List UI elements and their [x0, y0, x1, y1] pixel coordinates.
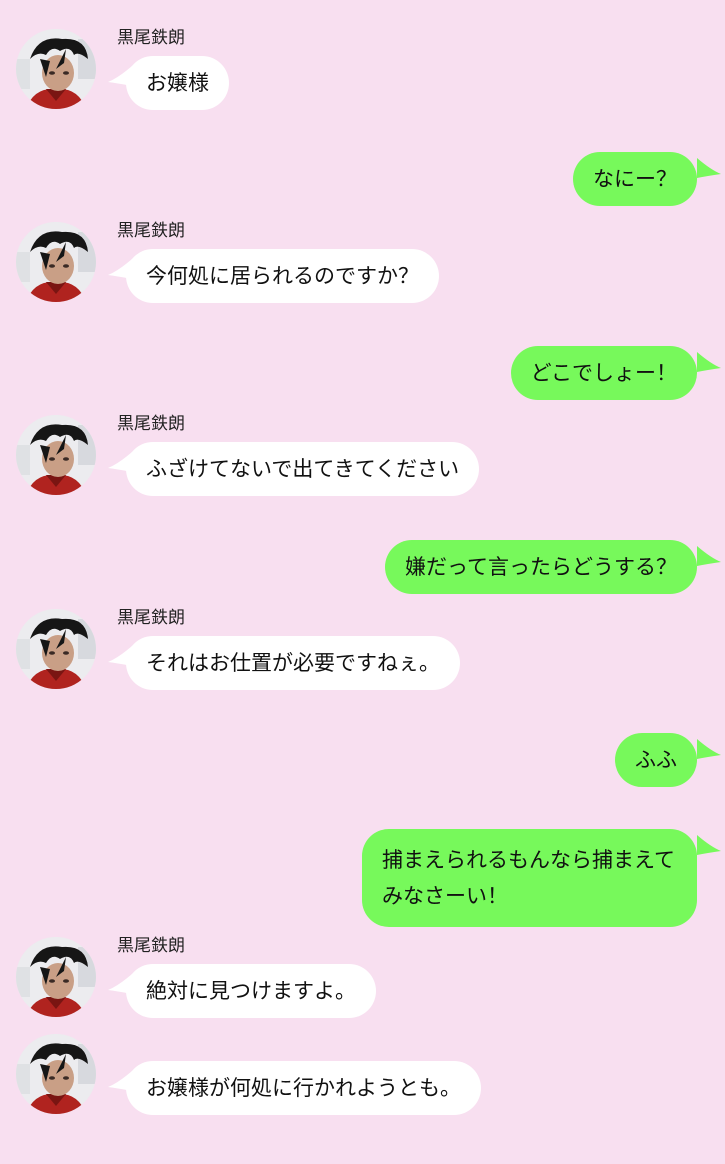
incoming-message-bubble[interactable]: 絶対に見つけますよ。	[126, 964, 376, 1018]
contact-avatar[interactable]	[16, 222, 96, 302]
bubble-tail	[108, 255, 132, 281]
incoming-message-bubble[interactable]: お嬢様が何処に行かれようとも。	[126, 1061, 481, 1115]
bubble-tail	[697, 154, 721, 180]
chat-screen: { "contact": { "name": "黒尾鉄朗" }, "colors…	[0, 0, 725, 1164]
contact-avatar[interactable]	[16, 415, 96, 495]
outgoing-message-bubble[interactable]: 嫌だって言ったらどうする？	[385, 540, 697, 594]
bubble-tail	[108, 970, 132, 996]
incoming-message-bubble[interactable]: それはお仕置が必要ですねぇ。	[126, 636, 460, 690]
contact-name: 黒尾鉄朗	[117, 414, 185, 434]
bubble-tail	[108, 448, 132, 474]
bubble-tail	[697, 831, 721, 857]
bubble-tail	[108, 642, 132, 668]
contact-avatar[interactable]	[16, 609, 96, 689]
contact-avatar[interactable]	[16, 29, 96, 109]
message-text-line: みなさーい！	[382, 884, 509, 908]
bubble-tail	[697, 735, 721, 761]
outgoing-message-bubble[interactable]: 捕まえられるもんなら捕まえて みなさーい！	[362, 829, 697, 927]
contact-name: 黒尾鉄朗	[117, 936, 185, 956]
contact-avatar[interactable]	[16, 937, 96, 1017]
outgoing-message-bubble[interactable]: ふふ	[615, 733, 697, 787]
incoming-message-bubble[interactable]: ふざけてないで出てきてください	[126, 442, 480, 496]
contact-name: 黒尾鉄朗	[117, 28, 185, 48]
bubble-tail	[697, 348, 721, 374]
incoming-message-bubble[interactable]: お嬢様	[126, 56, 229, 110]
contact-name: 黒尾鉄朗	[117, 608, 185, 628]
bubble-tail	[697, 542, 721, 568]
bubble-tail	[108, 62, 132, 88]
bubble-tail	[108, 1067, 132, 1093]
outgoing-message-bubble[interactable]: なにー？	[573, 152, 697, 206]
outgoing-message-bubble[interactable]: どこでしょー！	[510, 346, 697, 400]
contact-avatar[interactable]	[16, 1034, 96, 1114]
incoming-message-bubble[interactable]: 今何処に居られるのですか？	[126, 249, 439, 303]
contact-name: 黒尾鉄朗	[117, 221, 185, 241]
message-text-line: 捕まえられるもんなら捕まえて	[382, 848, 675, 872]
